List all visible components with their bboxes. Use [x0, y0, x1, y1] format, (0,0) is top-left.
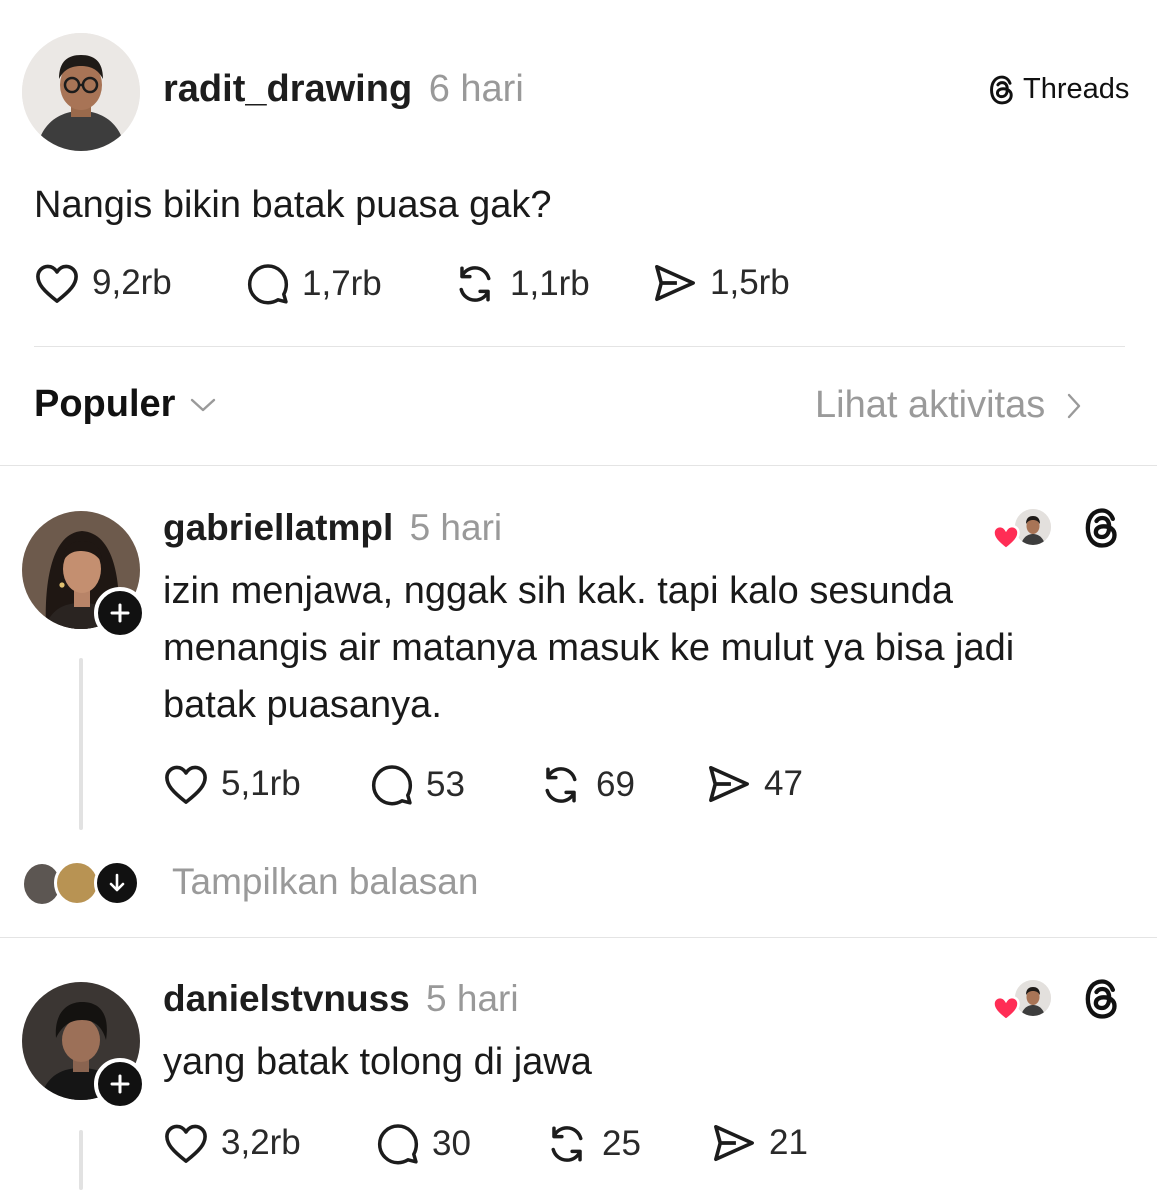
chevron-right-icon	[1068, 393, 1081, 418]
comment-icon	[377, 1124, 419, 1165]
heart-icon	[36, 264, 78, 303]
comment-like-count: 3,2rb	[221, 1123, 301, 1162]
comment-reply-button[interactable]: 30	[376, 1122, 471, 1166]
liked-by-author-badge	[991, 505, 1055, 553]
comment-text-line: izin menjawa, nggak sih kak. tapi kalo s…	[163, 570, 954, 612]
comment-share-button[interactable]: 47	[706, 763, 803, 805]
repost-icon	[459, 266, 491, 302]
comment-reply-button[interactable]: 53	[370, 763, 465, 807]
comment-like-button[interactable]: 3,2rb	[163, 1122, 301, 1164]
comment-divider	[0, 937, 1157, 938]
send-icon	[709, 765, 749, 803]
comment-reply-count: 30	[432, 1124, 471, 1163]
heart-badge-icon	[992, 995, 1020, 1022]
post-reply-count: 1,7rb	[302, 264, 382, 303]
post-header: radit_drawing 6 hari	[163, 66, 524, 112]
comment-reply-count: 53	[426, 765, 465, 804]
comment-repost-count: 69	[596, 765, 635, 804]
sort-label: Populer	[34, 383, 176, 425]
thread-line	[79, 1130, 83, 1190]
view-activity-label: Lihat aktivitas	[815, 384, 1046, 426]
repost-icon	[545, 767, 577, 803]
comment-share-button[interactable]: 21	[711, 1122, 808, 1164]
comment-like-count: 5,1rb	[221, 764, 301, 803]
post-text: Nangis bikin batak puasa gak?	[34, 184, 552, 226]
post-reply-button[interactable]: 1,7rb	[246, 262, 382, 306]
follow-plus-button[interactable]	[94, 1058, 146, 1110]
show-replies-button[interactable]: Tampilkan balasan	[22, 858, 478, 906]
comment-header: danielstvnuss 5 hari	[163, 976, 519, 1022]
heart-badge-icon	[992, 524, 1020, 551]
plus-icon	[110, 1074, 130, 1094]
send-icon	[655, 264, 695, 302]
threads-brand[interactable]: Threads	[987, 73, 1129, 106]
post-repost-button[interactable]: 1,1rb	[452, 262, 590, 306]
comment-text-line: menangis air matanya masuk ke mulut ya b…	[163, 627, 1015, 669]
comment-icon	[247, 264, 289, 305]
plus-icon	[110, 603, 130, 623]
post-author-avatar[interactable]	[22, 33, 140, 151]
post-like-count: 9,2rb	[92, 263, 172, 302]
threads-icon[interactable]	[1082, 977, 1122, 1021]
send-icon	[714, 1124, 754, 1162]
comment-like-button[interactable]: 5,1rb	[163, 763, 301, 805]
post-divider	[34, 346, 1125, 347]
thread-line	[79, 658, 83, 830]
chevron-down-icon	[191, 398, 216, 411]
post-time: 6 hari	[428, 68, 524, 110]
comment-text-line: yang batak tolong di jawa	[163, 1041, 592, 1083]
liked-by-author-badge	[991, 976, 1055, 1024]
follow-plus-button[interactable]	[94, 587, 146, 639]
threads-logo-icon	[990, 75, 1013, 104]
comment-repost-button[interactable]: 69	[538, 763, 635, 807]
threads-icon[interactable]	[1082, 506, 1122, 550]
arrow-down-icon	[94, 860, 140, 906]
view-activity-link[interactable]: Lihat aktivitas	[815, 384, 1083, 427]
comment-text-line: batak puasanya.	[163, 684, 442, 726]
heart-icon	[165, 765, 207, 804]
reply-avatars	[22, 858, 140, 906]
comment-share-count: 47	[764, 764, 803, 803]
sort-dropdown[interactable]: Populer	[34, 383, 217, 426]
show-replies-label: Tampilkan balasan	[172, 861, 479, 902]
comment-repost-count: 25	[602, 1124, 641, 1163]
comment-time: 5 hari	[426, 978, 519, 1019]
post-share-button[interactable]: 1,5rb	[652, 262, 790, 304]
comment-username[interactable]: gabriellatmpl	[163, 507, 393, 548]
comment-text: yang batak tolong di jawa	[163, 1034, 592, 1091]
repost-icon	[551, 1126, 583, 1162]
post-share-count: 1,5rb	[710, 263, 790, 302]
post-repost-count: 1,1rb	[510, 264, 590, 303]
post-username[interactable]: radit_drawing	[163, 68, 412, 110]
sort-divider	[0, 465, 1157, 466]
comment-username[interactable]: danielstvnuss	[163, 978, 410, 1019]
post-like-button[interactable]: 9,2rb	[34, 262, 172, 304]
comment-repost-button[interactable]: 25	[544, 1122, 641, 1166]
comment-icon	[371, 765, 413, 806]
comment-time: 5 hari	[409, 507, 503, 548]
comment-text: izin menjawa, nggak sih kak. tapi kalo s…	[163, 563, 1014, 734]
comment-share-count: 21	[769, 1123, 808, 1162]
comment-header: gabriellatmpl 5 hari	[163, 505, 502, 551]
heart-icon	[165, 1124, 207, 1163]
threads-brand-label: Threads	[1023, 73, 1130, 105]
